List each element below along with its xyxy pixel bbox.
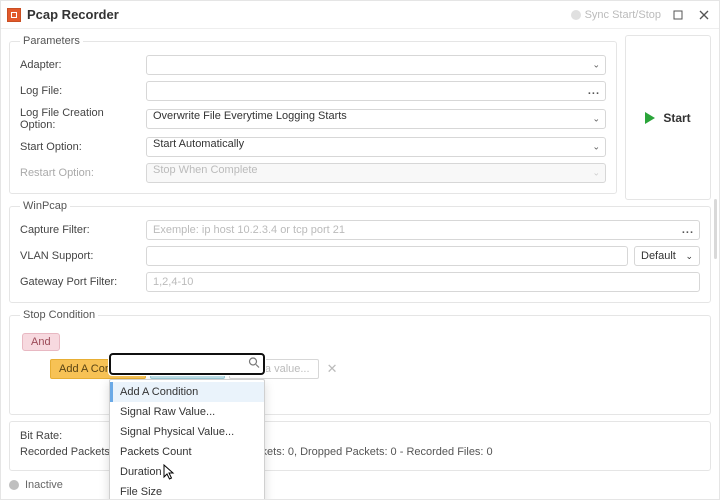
logic-and-chip[interactable]: And	[22, 333, 60, 351]
capture-filter-input[interactable]	[146, 220, 700, 240]
vlan-default-value: Default	[641, 250, 676, 262]
sync-label: Sync Start/Stop	[585, 9, 661, 21]
status-indicator-icon	[9, 480, 19, 490]
chevron-down-icon: ⌄	[685, 251, 693, 262]
parameters-legend: Parameters	[20, 35, 83, 47]
parameters-group: Parameters Adapter: ⌄ Log File: ...	[9, 35, 617, 194]
logfile-input[interactable]	[146, 81, 606, 101]
logfile-label: Log File:	[20, 85, 138, 97]
adapter-select[interactable]	[146, 55, 606, 75]
menu-item-add-condition[interactable]: Add A Condition	[110, 382, 264, 402]
start-option-label: Start Option:	[20, 141, 138, 153]
sync-icon	[571, 10, 581, 20]
search-icon	[248, 357, 260, 372]
menu-item-packets-count[interactable]: Packets Count	[110, 442, 264, 462]
titlebar: Pcap Recorder Sync Start/Stop	[1, 1, 719, 29]
restart-option-label: Restart Option:	[20, 167, 138, 179]
start-panel: Start	[625, 35, 711, 200]
capture-filter-label: Capture Filter:	[20, 224, 138, 236]
menu-item-signal-raw[interactable]: Signal Raw Value...	[110, 402, 264, 422]
start-option-select[interactable]: Start Automatically	[146, 137, 606, 157]
creation-option-label: Log File Creation Option:	[20, 107, 138, 131]
clear-condition-icon[interactable]: ✕	[323, 361, 342, 377]
menu-item-duration[interactable]: Duration	[110, 462, 264, 482]
scrollbar[interactable]	[714, 199, 717, 259]
restart-option-select: Stop When Complete	[146, 163, 606, 183]
play-icon	[645, 112, 655, 124]
menu-item-signal-physical[interactable]: Signal Physical Value...	[110, 422, 264, 442]
gateway-port-input[interactable]	[146, 272, 700, 292]
creation-option-select[interactable]: Overwrite File Everytime Logging Starts	[146, 109, 606, 129]
condition-search-input[interactable]	[109, 353, 265, 375]
menu-item-file-size[interactable]: File Size	[110, 482, 264, 499]
app-icon	[7, 8, 21, 22]
vlan-support-label: VLAN Support:	[20, 250, 138, 262]
winpcap-group: WinPcap Capture Filter: ... VLAN Support…	[9, 200, 711, 303]
gateway-port-label: Gateway Port Filter:	[20, 276, 138, 288]
close-button[interactable]	[695, 6, 713, 24]
start-button[interactable]: Start	[637, 105, 698, 131]
adapter-label: Adapter:	[20, 59, 138, 71]
start-button-label: Start	[663, 111, 690, 125]
app-title: Pcap Recorder	[27, 7, 119, 22]
stop-condition-legend: Stop Condition	[20, 309, 98, 321]
sync-toggle[interactable]: Sync Start/Stop	[571, 9, 661, 21]
vlan-support-input[interactable]	[146, 246, 628, 266]
maximize-button[interactable]	[669, 6, 687, 24]
winpcap-legend: WinPcap	[20, 200, 70, 212]
status-text: Inactive	[25, 479, 63, 491]
condition-menu: Add A Condition Signal Raw Value... Sign…	[109, 379, 265, 499]
vlan-default-select[interactable]: Default ⌄	[634, 246, 700, 266]
